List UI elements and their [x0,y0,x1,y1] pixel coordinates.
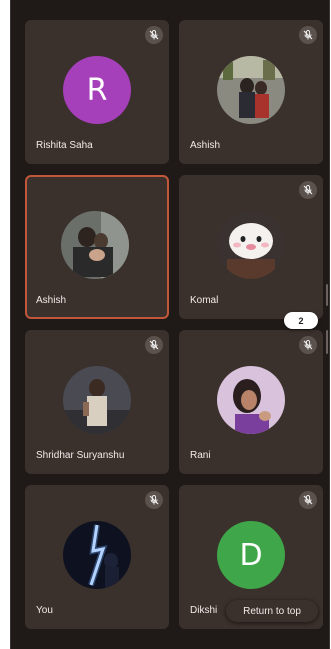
avatar [217,211,285,279]
participant-tile[interactable]: Shridhar Suryanshu [25,330,169,474]
participant-tile[interactable]: Rani [179,330,323,474]
participant-tile-active[interactable]: Ashish [25,175,169,319]
participant-tile[interactable]: Komal [179,175,323,319]
avatar: R [63,56,131,124]
participant-name: Shridhar Suryanshu [36,450,125,461]
participant-name: Rani [190,450,211,461]
avatar [217,56,285,124]
avatar-initial: D [239,537,263,573]
participant-grid: R Rishita Saha Ashish Ashish Komal Shrid… [10,0,330,649]
mic-off-icon [145,26,163,44]
return-to-top-button[interactable]: Return to top [226,600,318,622]
avatar [63,366,131,434]
participant-tile[interactable]: R Rishita Saha [25,20,169,164]
mic-off-icon [299,491,317,509]
participant-name: Komal [190,295,219,306]
participant-name: Dikshi [190,605,218,616]
mic-off-icon [299,181,317,199]
mic-off-icon [145,491,163,509]
avatar [61,211,129,279]
scrollbar-track [326,330,328,354]
avatar [217,366,285,434]
participant-name: Rishita Saha [36,140,93,151]
mic-off-icon [299,336,317,354]
avatar [63,521,131,589]
participant-name: You [36,605,53,616]
mic-off-icon [299,26,317,44]
scrollbar[interactable] [326,284,329,354]
participant-tile[interactable]: You [25,485,169,629]
participant-name: Ashish [36,295,67,306]
page-indicator-badge[interactable]: 2 [284,312,318,329]
avatar: D [217,521,285,589]
participant-name: Ashish [190,140,221,151]
avatar-initial: R [86,72,108,108]
mic-off-icon [145,336,163,354]
scrollbar-track [326,284,328,306]
participant-tile[interactable]: Ashish [179,20,323,164]
